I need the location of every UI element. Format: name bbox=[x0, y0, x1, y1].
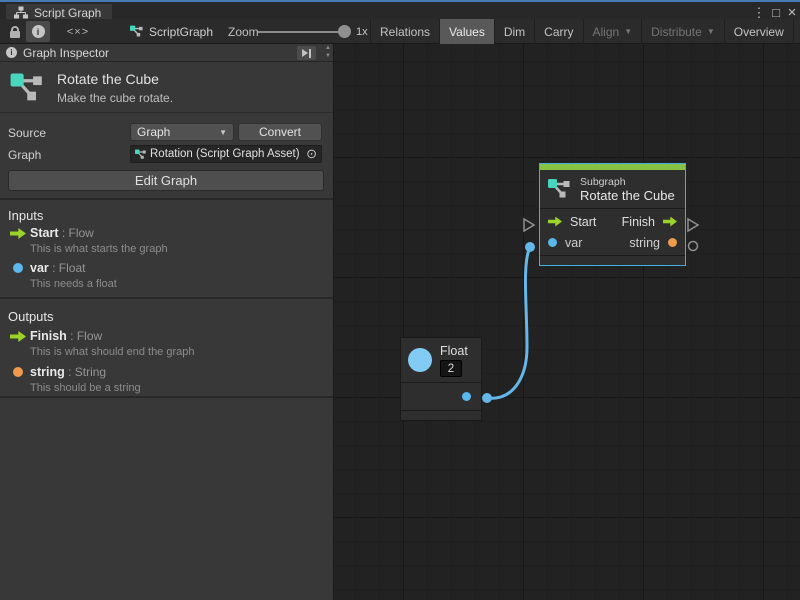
hierarchy-icon bbox=[14, 6, 28, 19]
graph-canvas[interactable]: Subgraph Rotate the Cube Start Finish bbox=[334, 44, 800, 600]
float-type-icon bbox=[408, 348, 432, 372]
spin-down-icon[interactable]: ▼ bbox=[325, 53, 331, 59]
string-out-icon bbox=[668, 238, 677, 247]
graph-inspector-panel: i Graph Inspector ▲ ▼ Rotate the Cube Ma… bbox=[0, 44, 334, 600]
graph-object-value: Rotation (Script Graph Asset) bbox=[150, 148, 301, 160]
subgraph-node-header[interactable]: Subgraph Rotate the Cube bbox=[540, 170, 685, 208]
panel-spinner[interactable]: ▲ ▼ bbox=[325, 45, 331, 59]
edit-graph-button[interactable]: Edit Graph bbox=[8, 170, 324, 191]
info-icon: i bbox=[32, 25, 45, 38]
zoom-value: 1x bbox=[356, 19, 368, 44]
flow-out-icon bbox=[663, 217, 677, 227]
external-value-output-port[interactable] bbox=[689, 242, 698, 251]
dim-button[interactable]: Dim bbox=[494, 19, 534, 44]
graph-object-field[interactable]: Rotation (Script Graph Asset) ⊙ bbox=[130, 145, 322, 163]
start-port[interactable]: Start bbox=[548, 215, 596, 229]
node-footer bbox=[540, 255, 685, 265]
float-node[interactable]: Float 2 bbox=[400, 337, 482, 421]
port-row: var : Float bbox=[30, 261, 85, 275]
toolbar-button-group: Relations Values Dim Carry Align ▼ Distr… bbox=[370, 19, 800, 44]
chevron-down-icon: ▼ bbox=[219, 128, 227, 137]
wire-endpoint-dot[interactable] bbox=[482, 393, 492, 403]
flow-port-row: Start Finish bbox=[540, 211, 685, 232]
string-port[interactable]: string bbox=[629, 236, 677, 250]
align-button[interactable]: Align ▼ bbox=[583, 19, 642, 44]
flow-port-icon bbox=[10, 228, 26, 239]
script-graph-icon bbox=[548, 178, 572, 200]
zoom-label: Zoom bbox=[228, 19, 259, 44]
convert-button[interactable]: Convert bbox=[238, 123, 322, 141]
float-node-title: Float bbox=[440, 344, 468, 358]
flow-port-icon bbox=[10, 331, 26, 342]
zoom-slider-knob[interactable] bbox=[338, 25, 351, 38]
node-footer bbox=[401, 410, 481, 420]
dock-right-icon bbox=[302, 49, 308, 57]
outputs-header: Outputs bbox=[8, 309, 54, 324]
value-port-row: var string bbox=[540, 232, 685, 253]
graph-breadcrumb[interactable]: ScriptGraph bbox=[130, 19, 213, 44]
node-title: Rotate the Cube bbox=[580, 188, 675, 203]
flow-in-icon bbox=[548, 217, 562, 227]
external-flow-output-port[interactable] bbox=[688, 219, 698, 231]
source-label: Source bbox=[8, 126, 46, 140]
info-icon: i bbox=[6, 47, 17, 58]
port-row: Finish : Flow bbox=[30, 329, 102, 343]
value-in-icon bbox=[548, 238, 557, 247]
float-node-header[interactable]: Float 2 bbox=[401, 338, 481, 382]
inputs-header: Inputs bbox=[8, 208, 43, 223]
float-output-port[interactable] bbox=[462, 392, 471, 401]
float-value-input[interactable]: 2 bbox=[440, 360, 462, 377]
source-dropdown[interactable]: Graph ▼ bbox=[130, 123, 234, 141]
inputs-section: Inputs Start : Flow This is what starts … bbox=[0, 200, 333, 299]
float-node-body bbox=[401, 382, 481, 410]
external-flow-input-port[interactable] bbox=[524, 219, 534, 231]
code-icon: <×> bbox=[67, 26, 89, 38]
wire-endpoint-dot[interactable] bbox=[525, 242, 535, 252]
chevron-down-icon: ▼ bbox=[624, 27, 632, 36]
node-badge: Subgraph bbox=[580, 176, 675, 188]
distribute-button[interactable]: Distribute ▼ bbox=[641, 19, 724, 44]
var-port[interactable]: var bbox=[548, 236, 582, 250]
zoom-slider-track[interactable] bbox=[258, 31, 344, 33]
lock-button[interactable] bbox=[4, 19, 26, 44]
graph-field-label: Graph bbox=[8, 148, 41, 162]
script-graph-icon bbox=[10, 72, 46, 104]
connection-wire[interactable] bbox=[487, 247, 530, 398]
script-graph-icon bbox=[130, 25, 144, 38]
tab-label: Script Graph bbox=[34, 6, 101, 20]
node-ports: Start Finish var string bbox=[540, 208, 685, 255]
chevron-down-icon: ▼ bbox=[707, 27, 715, 36]
subgraph-node[interactable]: Subgraph Rotate the Cube Start Finish bbox=[539, 163, 686, 266]
wire-layer bbox=[334, 44, 800, 600]
port-row: Start : Flow bbox=[30, 226, 94, 240]
dock-panel-button[interactable] bbox=[297, 46, 316, 60]
graph-subtitle: Make the cube rotate. bbox=[57, 91, 173, 105]
object-picker-icon[interactable]: ⊙ bbox=[304, 146, 319, 162]
values-button[interactable]: Values bbox=[439, 19, 494, 44]
spin-up-icon[interactable]: ▲ bbox=[325, 45, 331, 51]
graph-breadcrumb-label: ScriptGraph bbox=[149, 25, 213, 39]
graph-title: Rotate the Cube bbox=[57, 71, 159, 87]
port-row: string : String bbox=[30, 365, 106, 379]
source-dropdown-value: Graph bbox=[137, 125, 170, 139]
unity-script-graph-window: Script Graph ⋮ □ × i <×> ScriptGraph Z bbox=[0, 0, 800, 600]
outputs-section: Outputs Finish : Flow This is what shoul… bbox=[0, 301, 333, 398]
inspector-header-title: Graph Inspector bbox=[23, 46, 109, 60]
inspector-header: i Graph Inspector ▲ ▼ bbox=[0, 44, 333, 62]
overview-button[interactable]: Overview bbox=[724, 19, 793, 44]
relations-button[interactable]: Relations bbox=[370, 19, 439, 44]
graph-description-block: Rotate the Cube Make the cube rotate. bbox=[0, 62, 333, 113]
finish-port[interactable]: Finish bbox=[622, 215, 677, 229]
graph-toolbar: i <×> ScriptGraph Zoom 1x Relations Valu… bbox=[0, 19, 800, 44]
script-graph-icon bbox=[135, 149, 147, 160]
code-view-button[interactable]: <×> bbox=[58, 19, 98, 44]
value-port-icon bbox=[13, 263, 23, 273]
string-port-icon bbox=[13, 367, 23, 377]
carry-button[interactable]: Carry bbox=[534, 19, 582, 44]
graph-settings-block: Source Graph ▼ Convert Graph Rotation (S… bbox=[0, 114, 333, 200]
title-bar: Script Graph ⋮ □ × bbox=[0, 0, 800, 19]
full-screen-button[interactable]: Full Screen bbox=[793, 19, 800, 44]
inspector-toggle-button[interactable]: i bbox=[26, 21, 50, 42]
